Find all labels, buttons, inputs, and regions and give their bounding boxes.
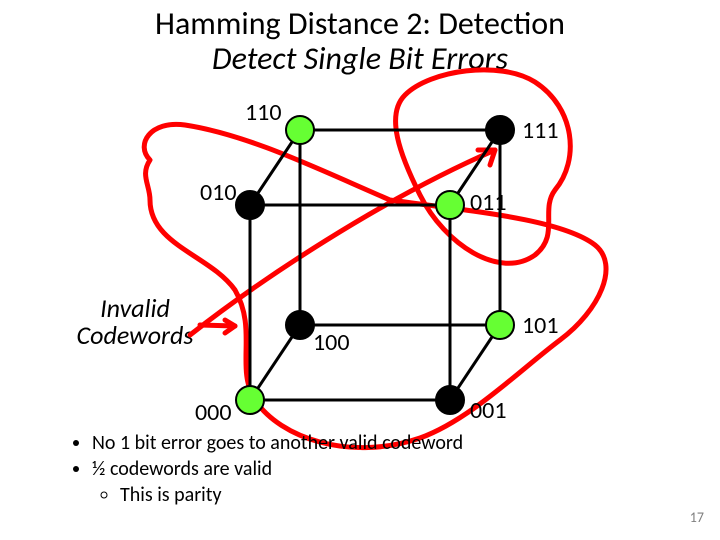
node-111 xyxy=(486,116,514,144)
label-010: 010 xyxy=(200,178,237,207)
label-000: 000 xyxy=(195,398,232,427)
label-111: 111 xyxy=(522,116,559,145)
bullet-2a: This is parity xyxy=(120,482,463,508)
node-101 xyxy=(486,311,514,339)
node-000 xyxy=(236,386,264,414)
node-011 xyxy=(436,191,464,219)
node-001 xyxy=(436,386,464,414)
node-110 xyxy=(286,116,314,144)
label-011: 011 xyxy=(470,188,507,217)
bullet-1: No 1 bit error goes to another valid cod… xyxy=(92,430,463,456)
bullet-list: No 1 bit error goes to another valid cod… xyxy=(68,430,463,508)
label-101: 101 xyxy=(522,311,559,340)
bullet-2: ½ codewords are valid This is parity xyxy=(92,456,463,508)
label-110: 110 xyxy=(245,98,282,127)
page-number: 17 xyxy=(690,509,704,526)
label-001: 001 xyxy=(470,396,507,425)
label-100: 100 xyxy=(313,328,350,357)
node-010 xyxy=(236,191,264,219)
node-100 xyxy=(286,311,314,339)
